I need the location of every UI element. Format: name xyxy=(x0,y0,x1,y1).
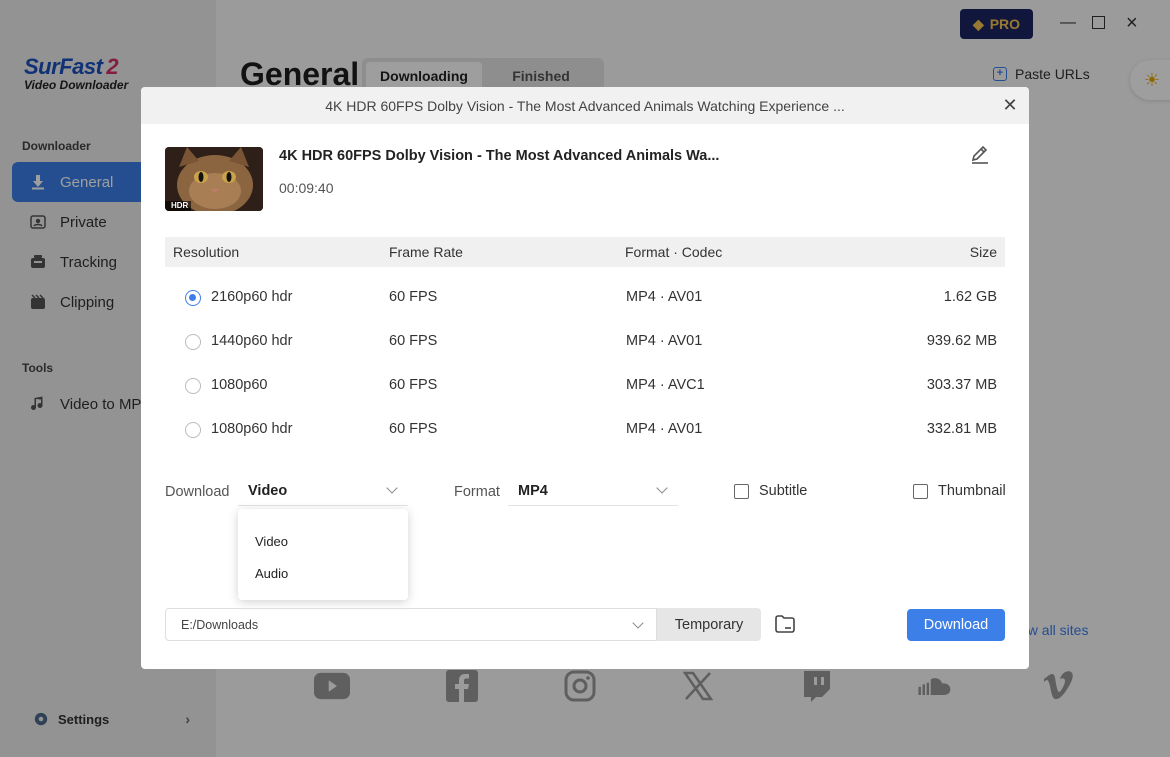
download-button[interactable]: Download xyxy=(907,609,1005,641)
header-format-codec: Format · Codec xyxy=(625,244,723,260)
row-size: 939.62 MB xyxy=(926,333,997,349)
row-resolution: 1080p60 xyxy=(211,377,268,393)
header-size: Size xyxy=(969,244,997,260)
row-size: 332.81 MB xyxy=(926,421,997,437)
subtitle-checkbox[interactable]: Subtitle xyxy=(734,483,807,499)
row-resolution: 1080p60 hdr xyxy=(211,421,293,437)
download-type-value: Video xyxy=(248,482,288,499)
table-row[interactable]: 2160p60 hdr 60 FPS MP4 · AV01 1.62 GB xyxy=(165,286,1005,330)
download-type-label: Download xyxy=(165,484,230,500)
row-size: 1.62 GB xyxy=(943,289,997,305)
row-frame-rate: 60 FPS xyxy=(389,289,438,305)
row-frame-rate: 60 FPS xyxy=(389,377,438,393)
row-format: MP4 · AVC1 xyxy=(626,377,705,393)
folder-icon[interactable] xyxy=(773,612,797,636)
table-row[interactable]: 1080p60 60 FPS MP4 · AVC1 303.37 MB xyxy=(165,374,1005,418)
dropdown-option-video[interactable]: Video xyxy=(238,527,408,559)
row-format: MP4 · AV01 xyxy=(626,289,703,305)
radio-unselected[interactable] xyxy=(185,378,201,394)
table-row[interactable]: 1440p60 hdr 60 FPS MP4 · AV01 939.62 MB xyxy=(165,330,1005,374)
download-options-dialog: 4K HDR 60FPS Dolby Vision - The Most Adv… xyxy=(141,87,1029,669)
dialog-header: 4K HDR 60FPS Dolby Vision - The Most Adv… xyxy=(141,87,1029,124)
row-format: MP4 · AV01 xyxy=(626,333,703,349)
row-frame-rate: 60 FPS xyxy=(389,421,438,437)
row-resolution: 2160p60 hdr xyxy=(211,289,293,305)
video-duration: 00:09:40 xyxy=(279,180,334,196)
format-label: Format xyxy=(454,484,500,500)
close-icon[interactable]: ✕ xyxy=(1001,96,1019,114)
hdr-badge: HDR xyxy=(171,201,189,210)
row-resolution: 1440p60 hdr xyxy=(211,333,293,349)
row-format: MP4 · AV01 xyxy=(626,421,703,437)
chevron-down-icon xyxy=(656,482,668,494)
format-select[interactable]: MP4 xyxy=(508,476,678,506)
temporary-button[interactable]: Temporary xyxy=(657,608,761,641)
row-frame-rate: 60 FPS xyxy=(389,333,438,349)
chevron-down-icon xyxy=(632,617,644,629)
checkbox-box[interactable] xyxy=(734,483,749,499)
checkbox-box[interactable] xyxy=(913,483,928,499)
edit-icon[interactable] xyxy=(969,143,991,165)
chevron-down-icon xyxy=(386,482,398,494)
subtitle-label: Subtitle xyxy=(759,483,808,499)
dropdown-option-audio[interactable]: Audio xyxy=(238,559,408,591)
row-size: 303.37 MB xyxy=(926,377,997,393)
save-path-select[interactable]: E:/Downloads xyxy=(165,608,657,641)
download-type-dropdown: Video Audio xyxy=(238,509,408,600)
dialog-title: 4K HDR 60FPS Dolby Vision - The Most Adv… xyxy=(325,97,845,114)
radio-selected[interactable] xyxy=(185,290,201,306)
table-row[interactable]: 1080p60 hdr 60 FPS MP4 · AV01 332.81 MB xyxy=(165,418,1005,462)
video-thumbnail: HDR xyxy=(165,147,263,211)
radio-unselected[interactable] xyxy=(185,334,201,350)
save-path-value: E:/Downloads xyxy=(181,617,259,632)
thumbnail-checkbox[interactable]: Thumbnail xyxy=(913,483,1006,499)
thumbnail-label: Thumbnail xyxy=(938,483,1006,499)
header-frame-rate: Frame Rate xyxy=(389,244,463,260)
video-title: 4K HDR 60FPS Dolby Vision - The Most Adv… xyxy=(279,148,720,164)
format-value: MP4 xyxy=(518,482,548,499)
header-resolution: Resolution xyxy=(173,244,240,260)
radio-unselected[interactable] xyxy=(185,422,201,438)
download-type-select[interactable]: Video xyxy=(238,476,408,506)
format-table-header: Resolution Frame Rate Format · Codec Siz… xyxy=(165,237,1005,267)
